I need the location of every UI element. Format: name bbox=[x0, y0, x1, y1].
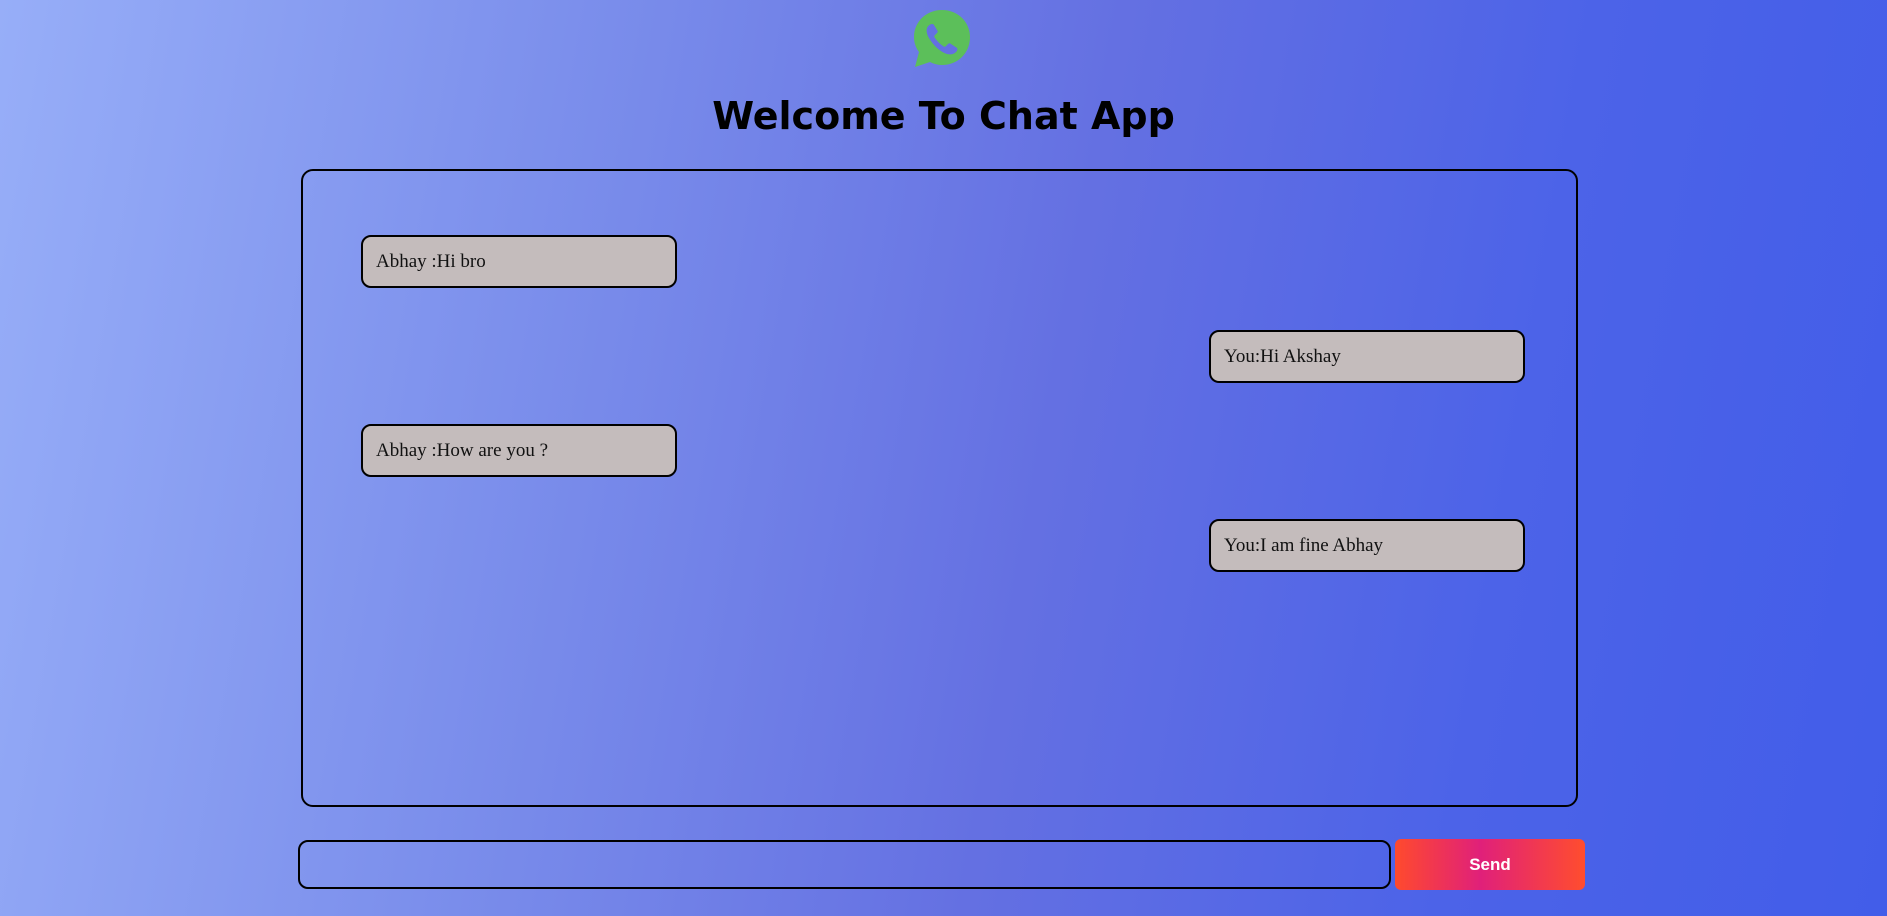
message-input[interactable] bbox=[298, 840, 1391, 889]
message-outgoing: You:I am fine Abhay bbox=[1209, 519, 1525, 572]
whatsapp-icon bbox=[914, 10, 970, 67]
page-title: Welcome To Chat App bbox=[712, 94, 1175, 138]
message-incoming: Abhay :How are you ? bbox=[361, 424, 677, 477]
whatsapp-logo-icon bbox=[910, 7, 974, 71]
message-outgoing: You:Hi Akshay bbox=[1209, 330, 1525, 383]
send-button[interactable]: Send bbox=[1395, 839, 1585, 890]
message-incoming: Abhay :Hi bro bbox=[361, 235, 677, 288]
chat-window[interactable]: Abhay :Hi bro You:Hi Akshay Abhay :How a… bbox=[301, 169, 1578, 807]
